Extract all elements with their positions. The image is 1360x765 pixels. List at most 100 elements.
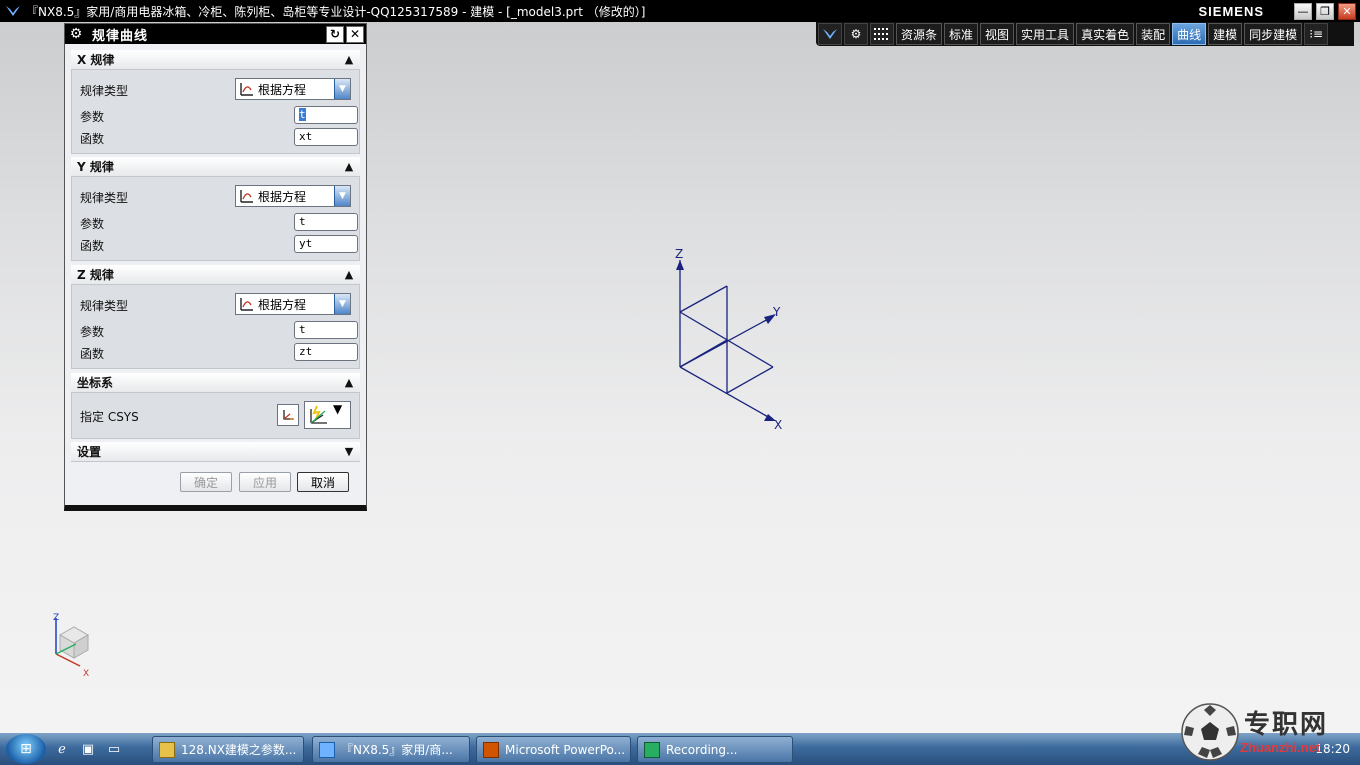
triad-x-label: X [83, 669, 89, 679]
x-func-label: 函数 [80, 132, 105, 146]
y-law-header[interactable]: Y 规律 ▲ [71, 157, 360, 177]
dialog-button-bar: 确定 应用 取消 [65, 472, 366, 494]
x-law-title: X 规律 [77, 53, 115, 67]
z-func-input[interactable]: zt [294, 343, 358, 361]
y-law-title: Y 规律 [77, 160, 114, 174]
x-law-type-label: 规律类型 [80, 84, 129, 98]
dialog-header: ⚙ 规律曲线 ↻ ✕ [65, 24, 366, 44]
chevron-down-icon[interactable]: ▼ [334, 294, 350, 314]
tab-view[interactable]: 视图 [980, 23, 1015, 45]
y-param-input[interactable]: t [294, 213, 358, 231]
show-desktop-icon[interactable]: ▣ [78, 739, 98, 759]
z-law-body: 规律类型 根据方程 ▼ 参数 t 函数 zt [71, 285, 360, 369]
y-func-label: 函数 [80, 239, 105, 253]
chevron-down-icon[interactable]: ▼ [342, 444, 356, 458]
view-orientation-triad: Z X [53, 613, 89, 679]
ribbon-toolbar: ⚙ 资源条 标准 视图 实用工具 真实着色 装配 曲线 建模 同步建模 ⁝≡ [816, 22, 1354, 46]
z-law-type-select[interactable]: 根据方程 ▼ [235, 293, 351, 315]
x-param-input[interactable]: t [294, 106, 358, 124]
cancel-button[interactable]: 取消 [297, 472, 349, 492]
z-law-title: Z 规律 [77, 268, 114, 282]
taskbar-item-label: 『NX8.5』家用/商... [341, 743, 453, 757]
chevron-up-icon[interactable]: ▲ [342, 52, 356, 66]
csys-body: 指定 CSYS ▼ [71, 393, 360, 439]
x-law-body: 规律类型 根据方程 ▼ 参数 t 函数 xt [71, 70, 360, 154]
close-button[interactable]: ✕ [1338, 2, 1356, 20]
settings-title: 设置 [77, 445, 102, 459]
tab-utilities[interactable]: 实用工具 [1016, 23, 1075, 45]
chevron-up-icon[interactable]: ▲ [342, 267, 356, 281]
z-law-type-value: 根据方程 [258, 297, 307, 312]
tab-modeling[interactable]: 建模 [1208, 23, 1243, 45]
monitor-icon[interactable]: ▭ [104, 739, 124, 759]
reset-icon[interactable]: ↻ [326, 25, 344, 43]
x-func-input[interactable]: xt [294, 128, 358, 146]
tab-assembly[interactable]: 装配 [1136, 23, 1171, 45]
specify-csys-label: 指定 CSYS [80, 410, 139, 424]
z-func-label: 函数 [80, 347, 105, 361]
z-axis-label: Z [675, 247, 683, 261]
taskbar-item-label: Recording... [666, 742, 738, 757]
tab-true-shading[interactable]: 真实着色 [1076, 23, 1135, 45]
csys-dialog-icon[interactable] [277, 404, 299, 426]
window-title-bar: 『NX8.5』家用/商用电器冰箱、冷柜、陈列柜、岛柜等专业设计-QQ125317… [0, 0, 1360, 22]
chevron-down-icon[interactable]: ▼ [334, 79, 350, 99]
x-param-value: t [299, 108, 306, 121]
ie-icon[interactable]: ℯ [52, 739, 72, 759]
roles-icon[interactable] [818, 23, 842, 45]
law-equation-icon [240, 83, 253, 96]
powerpoint-icon [483, 741, 499, 758]
start-button[interactable]: ⊞ [6, 734, 46, 764]
y-func-input[interactable]: yt [294, 235, 358, 253]
law-equation-icon [240, 190, 253, 203]
datum-csys-triad[interactable]: Z Y X [660, 240, 800, 440]
z-law-header[interactable]: Z 规律 ▲ [71, 265, 360, 285]
folder-icon [159, 741, 175, 758]
nx-icon [319, 741, 335, 758]
z-law-type-label: 规律类型 [80, 299, 129, 313]
chevron-down-icon[interactable]: ▼ [334, 186, 350, 206]
restore-button[interactable]: ❐ [1316, 2, 1334, 20]
tab-resource-bar[interactable]: 资源条 [896, 23, 943, 45]
z-param-label: 参数 [80, 325, 105, 339]
csys-header[interactable]: 坐标系 ▲ [71, 373, 360, 393]
settings-header[interactable]: 设置 ▼ [71, 442, 360, 462]
taskbar-item-label: 128.NX建模之参数... [181, 743, 297, 757]
y-law-type-label: 规律类型 [80, 191, 129, 205]
taskbar-item-nx[interactable]: 『NX8.5』家用/商... [312, 736, 470, 763]
taskbar-item-folder[interactable]: 128.NX建模之参数... [152, 736, 304, 763]
gear-icon[interactable]: ⚙ [844, 23, 868, 45]
tab-synchronous-modeling[interactable]: 同步建模 [1244, 23, 1303, 45]
y-law-type-value: 根据方程 [258, 189, 307, 204]
tab-curve[interactable]: 曲线 [1172, 23, 1207, 45]
toolbar-options-icon[interactable]: ⁝≡ [1304, 23, 1329, 45]
csys-triad-icon [310, 405, 327, 424]
chevron-down-icon[interactable]: ▼ [333, 402, 348, 428]
taskbar-item-recording[interactable]: Recording... [637, 736, 793, 763]
y-param-label: 参数 [80, 217, 105, 231]
z-param-input[interactable]: t [294, 321, 358, 339]
apply-button[interactable]: 应用 [239, 472, 291, 492]
dialog-close-icon[interactable]: ✕ [346, 25, 364, 43]
nx-app-icon[interactable] [4, 2, 22, 20]
minimize-button[interactable]: — [1294, 2, 1312, 20]
x-law-type-select[interactable]: 根据方程 ▼ [235, 78, 351, 100]
tab-standard[interactable]: 标准 [944, 23, 979, 45]
chevron-up-icon[interactable]: ▲ [342, 375, 356, 389]
csys-inferred-select[interactable]: ▼ [304, 401, 351, 429]
watermark-logo: 专职网 Zhuanzhi.net [1180, 700, 1360, 765]
watermark-url: Zhuanzhi.net [1240, 740, 1321, 755]
y-law-body: 规律类型 根据方程 ▼ 参数 t 函数 yt [71, 177, 360, 261]
soccer-ball-icon [1181, 703, 1239, 761]
dialog-gear-icon[interactable]: ⚙ [68, 26, 84, 42]
x-law-header[interactable]: X 规律 ▲ [71, 50, 360, 70]
siemens-brand: SIEMENS [1198, 3, 1264, 19]
x-axis-label: X [774, 418, 782, 432]
ok-button[interactable]: 确定 [180, 472, 232, 492]
grid-icon[interactable] [870, 23, 894, 45]
y-law-type-select[interactable]: 根据方程 ▼ [235, 185, 351, 207]
x-param-label: 参数 [80, 110, 105, 124]
chevron-up-icon[interactable]: ▲ [342, 159, 356, 173]
csys-title: 坐标系 [77, 376, 114, 390]
taskbar-item-powerpoint[interactable]: Microsoft PowerPo... [476, 736, 631, 763]
